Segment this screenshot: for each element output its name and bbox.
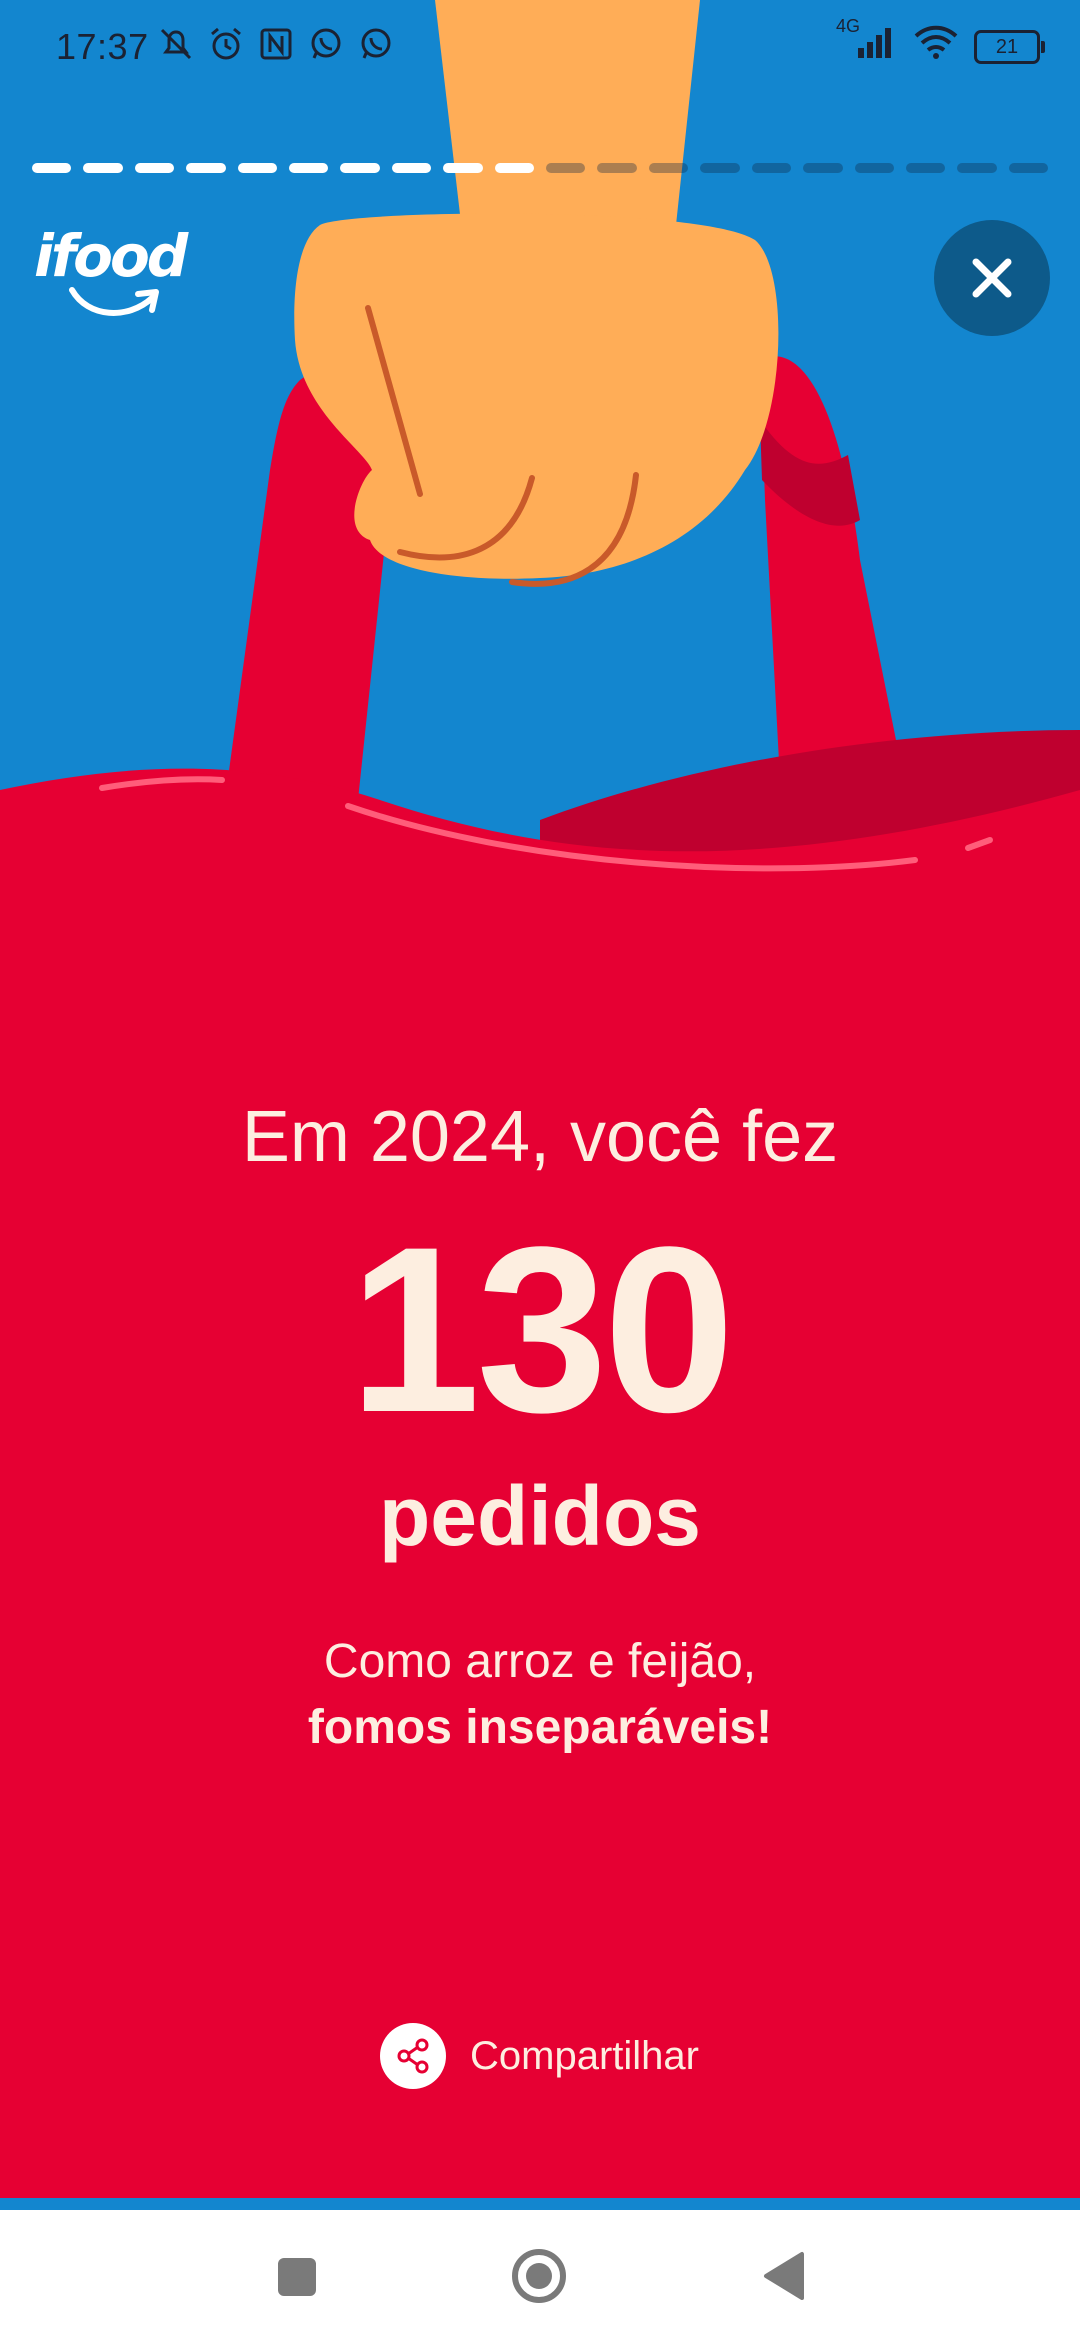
headline: Em 2024, você fez	[241, 1097, 839, 1177]
progress-segment	[340, 163, 380, 173]
progress-segment	[751, 163, 792, 173]
logo-smile-icon	[69, 287, 159, 316]
progress-segment	[597, 163, 637, 173]
bottom-strip	[0, 2198, 1080, 2210]
progress-segment	[494, 163, 535, 173]
progress-segment	[854, 163, 894, 173]
caption-line-1: Como arroz e feijão,	[323, 1635, 757, 1688]
progress-segment	[700, 163, 740, 173]
progress-segment	[803, 163, 843, 173]
back-button[interactable]	[756, 2246, 816, 2306]
share-button[interactable]: Compartilhar	[380, 2022, 699, 2090]
caption-line-2: fomos inseparáveis!	[307, 1701, 773, 1754]
signal-icon: 4G	[836, 16, 898, 71]
status-bar: 17:37 4G 21	[0, 0, 1080, 96]
share-icon	[380, 2023, 446, 2089]
alarm-icon	[206, 24, 246, 64]
progress-segment	[546, 163, 586, 173]
story-progress	[32, 163, 1049, 175]
close-icon	[972, 258, 1012, 298]
notification-icons	[156, 24, 396, 64]
progress-segment	[905, 163, 946, 173]
navigation-bar	[0, 2210, 1080, 2340]
circle-icon	[512, 2249, 566, 2303]
progress-segment	[289, 163, 329, 173]
ifood-logo: ifood	[34, 222, 194, 322]
close-button[interactable]	[934, 220, 1050, 336]
progress-segment	[186, 163, 226, 173]
progress-segment	[443, 163, 483, 173]
muted-bell-icon	[156, 24, 196, 64]
battery-icon: 21	[974, 29, 1045, 64]
whatsapp-icon	[356, 24, 396, 64]
logo-text: ifood	[34, 222, 188, 290]
status-time: 17:37	[56, 26, 149, 67]
order-unit: pedidos	[378, 1469, 701, 1563]
progress-segment	[391, 163, 432, 173]
system-icons: 4G 21	[836, 16, 1045, 71]
battery-level: 21	[995, 35, 1019, 58]
progress-segment	[83, 163, 123, 173]
recent-apps-button[interactable]	[266, 2246, 326, 2306]
progress-segment	[32, 163, 72, 173]
network-label: 4G	[836, 16, 861, 36]
progress-segment	[648, 163, 689, 173]
progress-segment	[134, 163, 175, 173]
wifi-icon	[912, 22, 960, 71]
nfc-icon	[256, 24, 296, 64]
back-triangle-icon	[764, 2252, 804, 2300]
progress-segment	[237, 163, 278, 173]
order-count: 130	[349, 1198, 735, 1462]
progress-segment	[1008, 163, 1049, 173]
home-button[interactable]	[509, 2246, 569, 2306]
progress-segment	[957, 163, 997, 173]
share-label: Compartilhar	[470, 2033, 699, 2078]
square-icon	[278, 2258, 316, 2296]
whatsapp-icon	[306, 24, 346, 64]
